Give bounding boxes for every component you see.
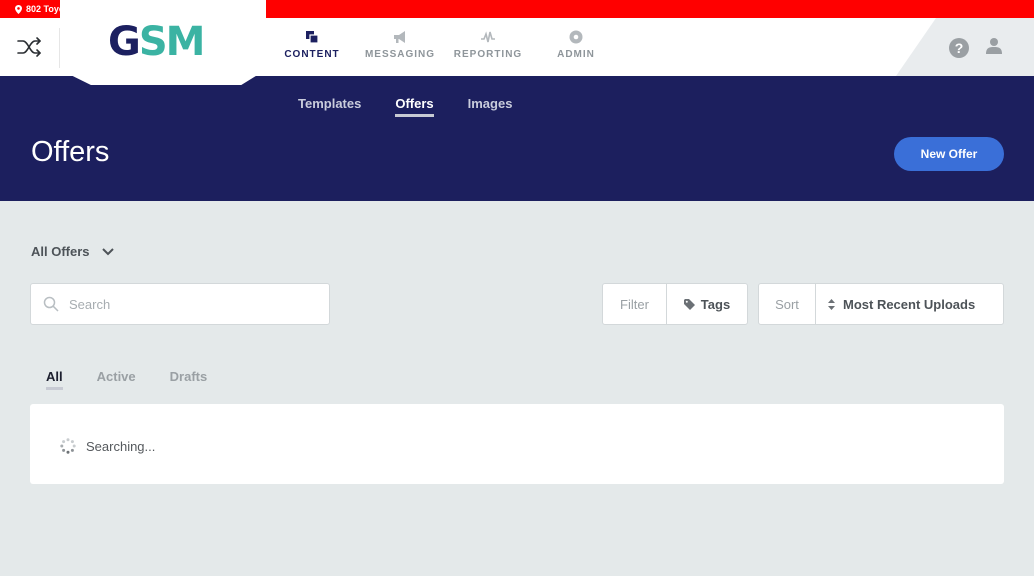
nav-reporting[interactable]: REPORTING <box>444 18 532 76</box>
tab-offers[interactable]: Offers <box>395 96 434 117</box>
page-title: Offers <box>31 136 110 168</box>
content-subnav: Templates Offers Images <box>298 96 512 117</box>
header-actions: ? <box>896 18 1034 76</box>
page-banner: Templates Offers Images Offers New Offer <box>0 76 1034 201</box>
filter-label: Filter <box>603 284 667 324</box>
help-icon[interactable]: ? <box>949 38 969 58</box>
nav-messaging[interactable]: MESSAGING <box>356 18 444 76</box>
tab-templates[interactable]: Templates <box>298 96 361 117</box>
results-panel: Searching... <box>30 404 1004 484</box>
sort-value: Most Recent Uploads <box>843 296 976 312</box>
search-input[interactable] <box>69 296 309 312</box>
sort-control: Sort Most Recent Uploads <box>758 283 1004 325</box>
loading-indicator: Searching... <box>60 438 155 454</box>
nav-content[interactable]: CONTENT <box>268 18 356 76</box>
pulse-icon <box>481 31 495 43</box>
filter-control: Filter Tags <box>602 283 748 325</box>
gsm-logo: GSM <box>108 19 205 65</box>
tab-drafts[interactable]: Drafts <box>170 369 208 390</box>
user-icon[interactable] <box>986 37 1002 55</box>
nav-messaging-label: MESSAGING <box>364 49 436 60</box>
sort-arrows-icon <box>828 298 835 310</box>
filter-tags-button[interactable]: Tags <box>667 284 747 324</box>
nav-admin-label: ADMIN <box>557 49 595 60</box>
logo-tab[interactable]: GSM <box>60 0 266 85</box>
shuffle-icon[interactable] <box>14 32 44 62</box>
spinner-icon <box>60 438 76 454</box>
tag-icon <box>683 298 695 310</box>
megaphone-icon <box>394 31 405 43</box>
main-nav: CONTENT MESSAGING REPORTING ADMIN <box>268 18 620 76</box>
tab-images[interactable]: Images <box>468 96 513 117</box>
filter-tags-label: Tags <box>700 296 731 312</box>
search-box <box>30 283 330 325</box>
status-tabs: All Active Drafts <box>46 369 207 390</box>
sort-select[interactable]: Most Recent Uploads <box>816 284 1003 324</box>
tab-active[interactable]: Active <box>97 369 136 390</box>
offer-scope-label: All Offers <box>31 244 90 259</box>
new-offer-button[interactable]: New Offer <box>894 137 1004 171</box>
sort-label: Sort <box>759 284 816 324</box>
nav-reporting-label: REPORTING <box>453 49 523 60</box>
location-pin-icon <box>15 4 22 14</box>
header-divider <box>59 28 60 68</box>
offer-scope-dropdown[interactable]: All Offers <box>31 244 114 259</box>
chevron-down-icon <box>101 247 114 255</box>
tab-all[interactable]: All <box>46 369 63 390</box>
searching-text: Searching... <box>86 438 156 454</box>
search-icon <box>43 296 59 312</box>
content-layers-icon <box>306 31 319 44</box>
gear-icon <box>569 30 583 44</box>
nav-admin[interactable]: ADMIN <box>532 18 620 76</box>
nav-content-label: CONTENT <box>284 49 340 60</box>
